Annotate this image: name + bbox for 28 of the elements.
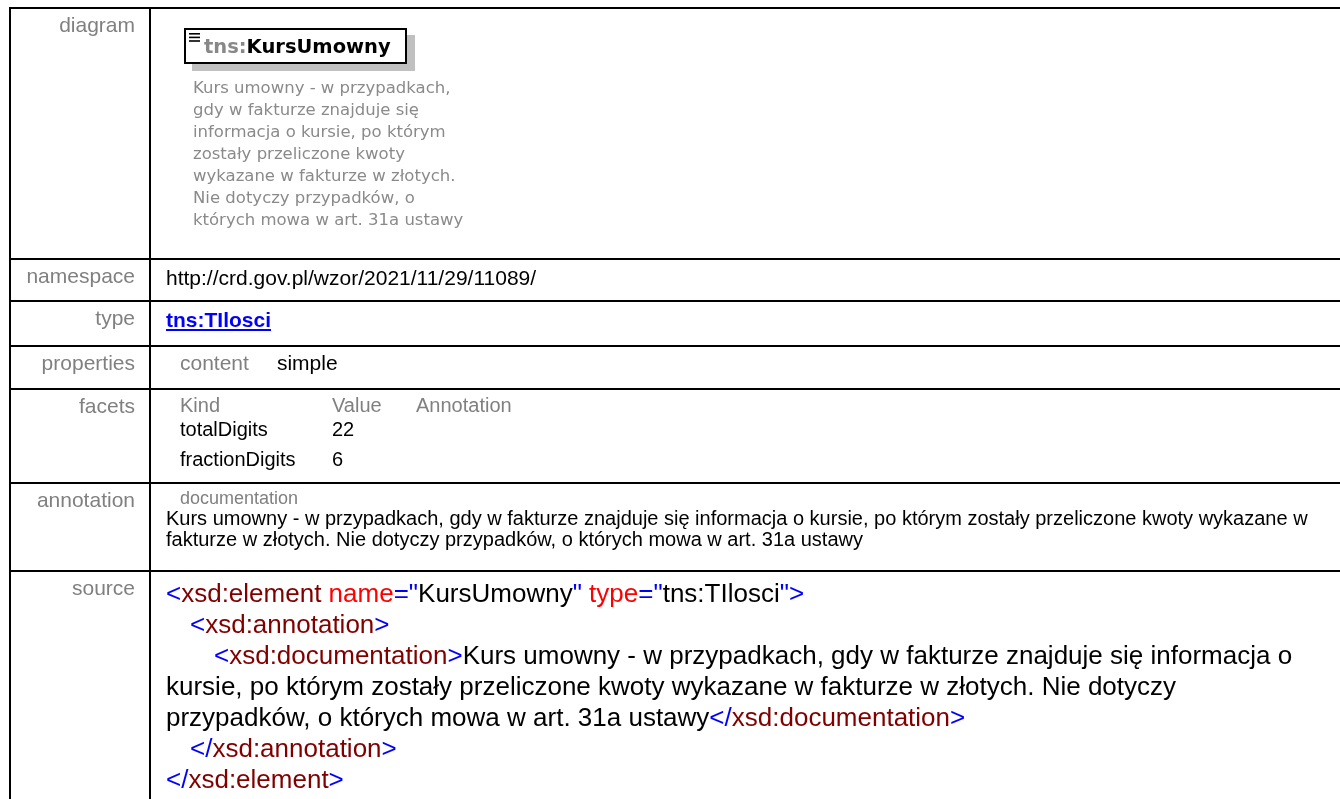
namespace-value: http://crd.gov.pl/wzor/2021/11/29/11089/ <box>166 266 537 289</box>
row-label: type <box>95 306 135 329</box>
row-label: namespace <box>26 264 135 287</box>
element-description: Kurs umowny - w przypadkach, gdy w fakturze znajduje się informacja o kursie, po którym zostały przeliczone kwoty wykazane w fakturze w złotych. Nie dotyczy przypadków, o których mowa w art. 31a ustawy <box>193 77 465 231</box>
property-value: simple <box>276 351 338 375</box>
row-label: properties <box>41 351 135 374</box>
column-header: Value <box>332 394 383 418</box>
row-label: annotation <box>36 488 135 511</box>
element-name: tns:KursUmowny <box>204 34 391 58</box>
column-header: Kind <box>180 394 222 418</box>
code-line: <xsd:annotation> <box>189 609 391 640</box>
code-line: <xsd:element name="KursUmowny" type="tns:TIlosci"> <box>166 578 806 609</box>
code-line: </xsd:annotation> <box>189 733 398 764</box>
row-label: diagram <box>59 13 135 36</box>
annotation-text: Kurs umowny - w przypadkach, gdy w fakturze znajduje się informacja o kursie, po którym zostały przeliczone kwoty wykazane w fakturze w złotych. Nie dotyczy przypadków, o których mowa w art. 31a ustawy <box>166 508 1309 550</box>
row-label: facets <box>78 394 135 417</box>
facet-value: 22 <box>332 418 356 442</box>
annotation-heading: documentation <box>179 488 300 508</box>
facet-kind: fractionDigits <box>180 448 297 472</box>
property-name: content <box>180 351 249 375</box>
code-line: <xsd:documentation>Kurs umowny - w przypadkach, gdy w fakturze znajduje się informacja o kursie, po którym zostały przeliczone kwoty wykazane w fakturze w złotych. Nie dotyczy przypadków, o których mowa w art. 31a ustawy</xsd:documentation> <box>166 640 1294 733</box>
type-link[interactable]: tns:TIlosci <box>166 308 271 331</box>
column-header: Annotation <box>416 394 512 418</box>
lines-icon <box>189 33 200 42</box>
row-label: source <box>71 576 135 599</box>
facet-value: 6 <box>332 448 345 472</box>
facet-kind: totalDigits <box>180 418 269 442</box>
code-line: </xsd:element> <box>166 764 345 795</box>
